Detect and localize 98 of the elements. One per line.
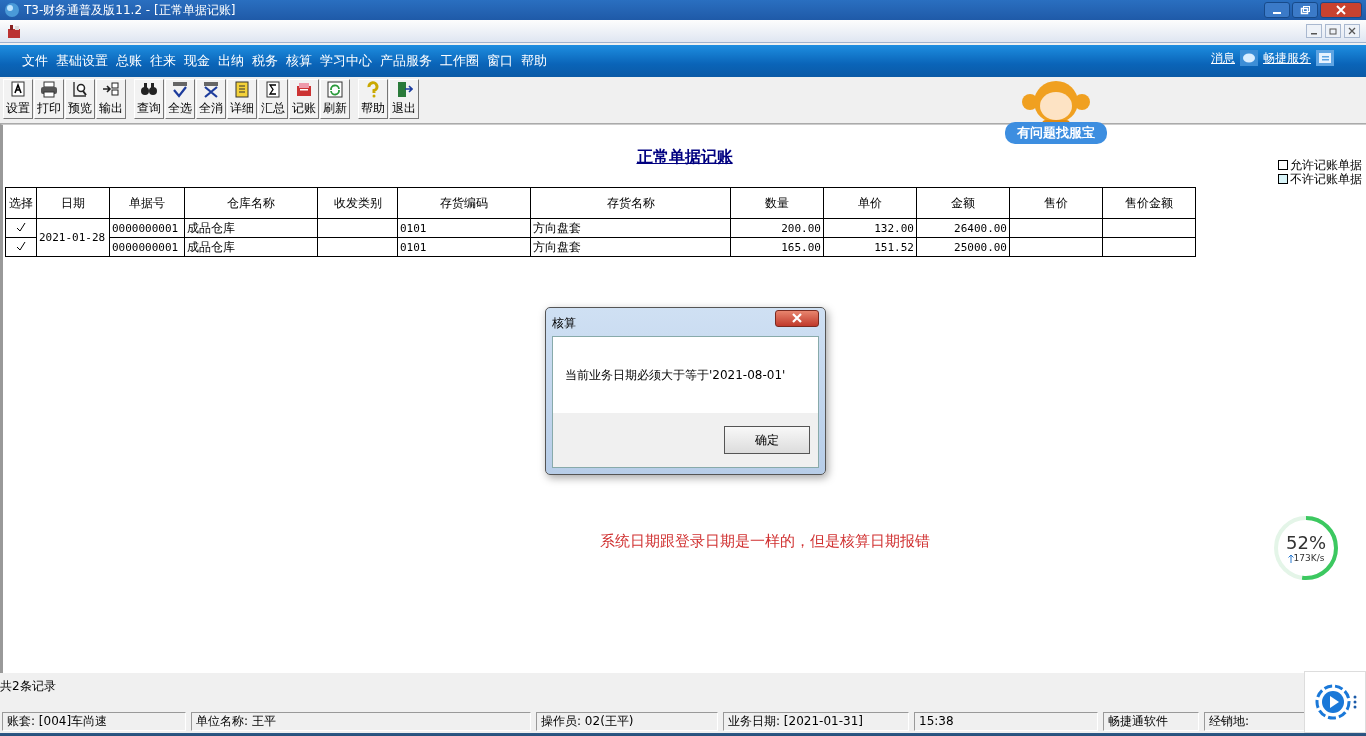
check-icon[interactable] [16, 222, 26, 232]
column-header[interactable]: 售价 [1009, 187, 1103, 219]
record-count: 共2条记录 [0, 678, 57, 695]
minimize-button[interactable] [1264, 2, 1290, 18]
close-button[interactable] [775, 309, 819, 327]
menu-item[interactable]: 出纳 [214, 52, 248, 70]
toolbar-button[interactable]: 打印 [34, 79, 64, 119]
status-cell: 单位名称: 王平 [191, 712, 531, 731]
column-header[interactable]: 日期 [36, 187, 110, 219]
table-cell: 2021-01-28 [36, 218, 110, 257]
refresh-icon [326, 81, 344, 98]
menu-item[interactable]: 学习中心 [316, 52, 376, 70]
table-cell: 26400.00 [916, 218, 1010, 238]
menu-item[interactable]: 文件 [18, 52, 52, 70]
toolbar-button[interactable]: 帮助 [358, 79, 388, 119]
restore-icon[interactable] [1300, 5, 1310, 15]
percent-text: 52% [1286, 533, 1326, 553]
sigma-icon [264, 81, 282, 98]
play-icon[interactable] [1313, 682, 1353, 722]
status-cell: 15:38 [914, 712, 1098, 731]
toolbar-button[interactable]: 刷新 [320, 79, 350, 119]
check-icon [171, 81, 189, 98]
toolbar-button[interactable]: 记账 [289, 79, 319, 119]
table-cell: 0000000001 [109, 218, 185, 238]
app-icon [4, 2, 20, 18]
column-header[interactable]: 金额 [916, 187, 1010, 219]
check-icon[interactable] [16, 241, 26, 251]
toolbar-button[interactable]: 查询 [134, 79, 164, 119]
ok-button[interactable]: 确定 [724, 426, 810, 454]
export-icon [102, 81, 120, 98]
table-cell: 方向盘套 [530, 218, 731, 238]
table-cell: 0000000001 [109, 237, 185, 257]
sheet-icon [233, 81, 251, 98]
toolbar-button[interactable]: 全消 [196, 79, 226, 119]
toolbar-button[interactable]: 详细 [227, 79, 257, 119]
close-button[interactable] [1320, 2, 1362, 18]
column-header[interactable]: 选择 [5, 187, 37, 219]
column-header[interactable]: 存货名称 [530, 187, 731, 219]
menu-item[interactable]: 窗口 [483, 52, 517, 70]
binoculars-icon [140, 81, 158, 98]
exit-door-icon [395, 81, 413, 98]
status-cell: 账套: [004]车尚速 [2, 712, 186, 731]
toolbar-button[interactable]: 退出 [389, 79, 419, 119]
toolbar-button[interactable]: 预览 [65, 79, 95, 119]
status-cell: 畅捷通软件 [1103, 712, 1199, 731]
table-cell: 165.00 [730, 237, 824, 257]
table-cell: 成品仓库 [184, 237, 318, 257]
table-cell: 0101 [397, 237, 531, 257]
menu-item[interactable]: 核算 [282, 52, 316, 70]
restore-button[interactable] [1292, 2, 1318, 18]
preview-icon [71, 81, 89, 98]
status-cell: 操作员: 02(王平) [536, 712, 718, 731]
menu-item[interactable]: 基础设置 [52, 52, 112, 70]
settings-icon [9, 81, 27, 98]
toolbar-button[interactable]: 设置 [3, 79, 33, 119]
column-header[interactable]: 单价 [823, 187, 917, 219]
ledger-icon [295, 81, 313, 98]
document-icon [6, 23, 22, 39]
menu-item[interactable]: 工作圈 [436, 52, 483, 70]
table-cell: 132.00 [823, 218, 917, 238]
column-header[interactable]: 数量 [730, 187, 824, 219]
progress-ring [1273, 515, 1339, 581]
legend-label: 允许记账单据 [1290, 158, 1362, 172]
column-header[interactable]: 售价金额 [1102, 187, 1196, 219]
menu-link[interactable]: 消息 [1211, 49, 1235, 67]
column-header[interactable]: 单据号 [109, 187, 185, 219]
dialog-message: 当前业务日期必须大于等于'2021-08-01' [565, 366, 786, 384]
column-header[interactable]: 存货编码 [397, 187, 531, 219]
toolbar-button[interactable]: 全选 [165, 79, 195, 119]
legend-label: 不许记账单据 [1290, 172, 1362, 186]
menu-item[interactable]: 帮助 [517, 52, 551, 70]
toolbar-button[interactable]: 汇总 [258, 79, 288, 119]
page-title: 正常单据记账 [636, 147, 733, 168]
menu-item[interactable]: 税务 [248, 52, 282, 70]
column-header[interactable]: 仓库名称 [184, 187, 318, 219]
table-cell: 0101 [397, 218, 531, 238]
table-cell: 成品仓库 [184, 218, 318, 238]
annotation-text: 系统日期跟登录日期是一样的，但是核算日期报错 [600, 532, 930, 551]
speed-text: 173K/s [1293, 553, 1325, 563]
toolbar-button[interactable]: 输出 [96, 79, 126, 119]
table-cell: 25000.00 [916, 237, 1010, 257]
dialog-title: 核算 [552, 314, 577, 332]
table-cell: 151.52 [823, 237, 917, 257]
menu-item[interactable]: 往来 [146, 52, 180, 70]
status-cell: 业务日期: [2021-01-31] [723, 712, 909, 731]
table-cell: 200.00 [730, 218, 824, 238]
cross-icon [202, 81, 220, 98]
menu-link[interactable]: 畅捷服务 [1263, 49, 1311, 67]
chat-icon[interactable] [1240, 50, 1258, 66]
table-cell: 方向盘套 [530, 237, 731, 257]
menu-item[interactable]: 现金 [180, 52, 214, 70]
more-icon[interactable] [1353, 695, 1357, 709]
up-arrow-icon [1287, 553, 1294, 563]
menu-item[interactable]: 产品服务 [376, 52, 436, 70]
menu-item[interactable]: 总账 [112, 52, 146, 70]
printer-icon [40, 81, 58, 98]
window-title: T3-财务通普及版11.2 - [正常单据记账] [24, 1, 237, 19]
column-header[interactable]: 收发类别 [317, 187, 398, 219]
